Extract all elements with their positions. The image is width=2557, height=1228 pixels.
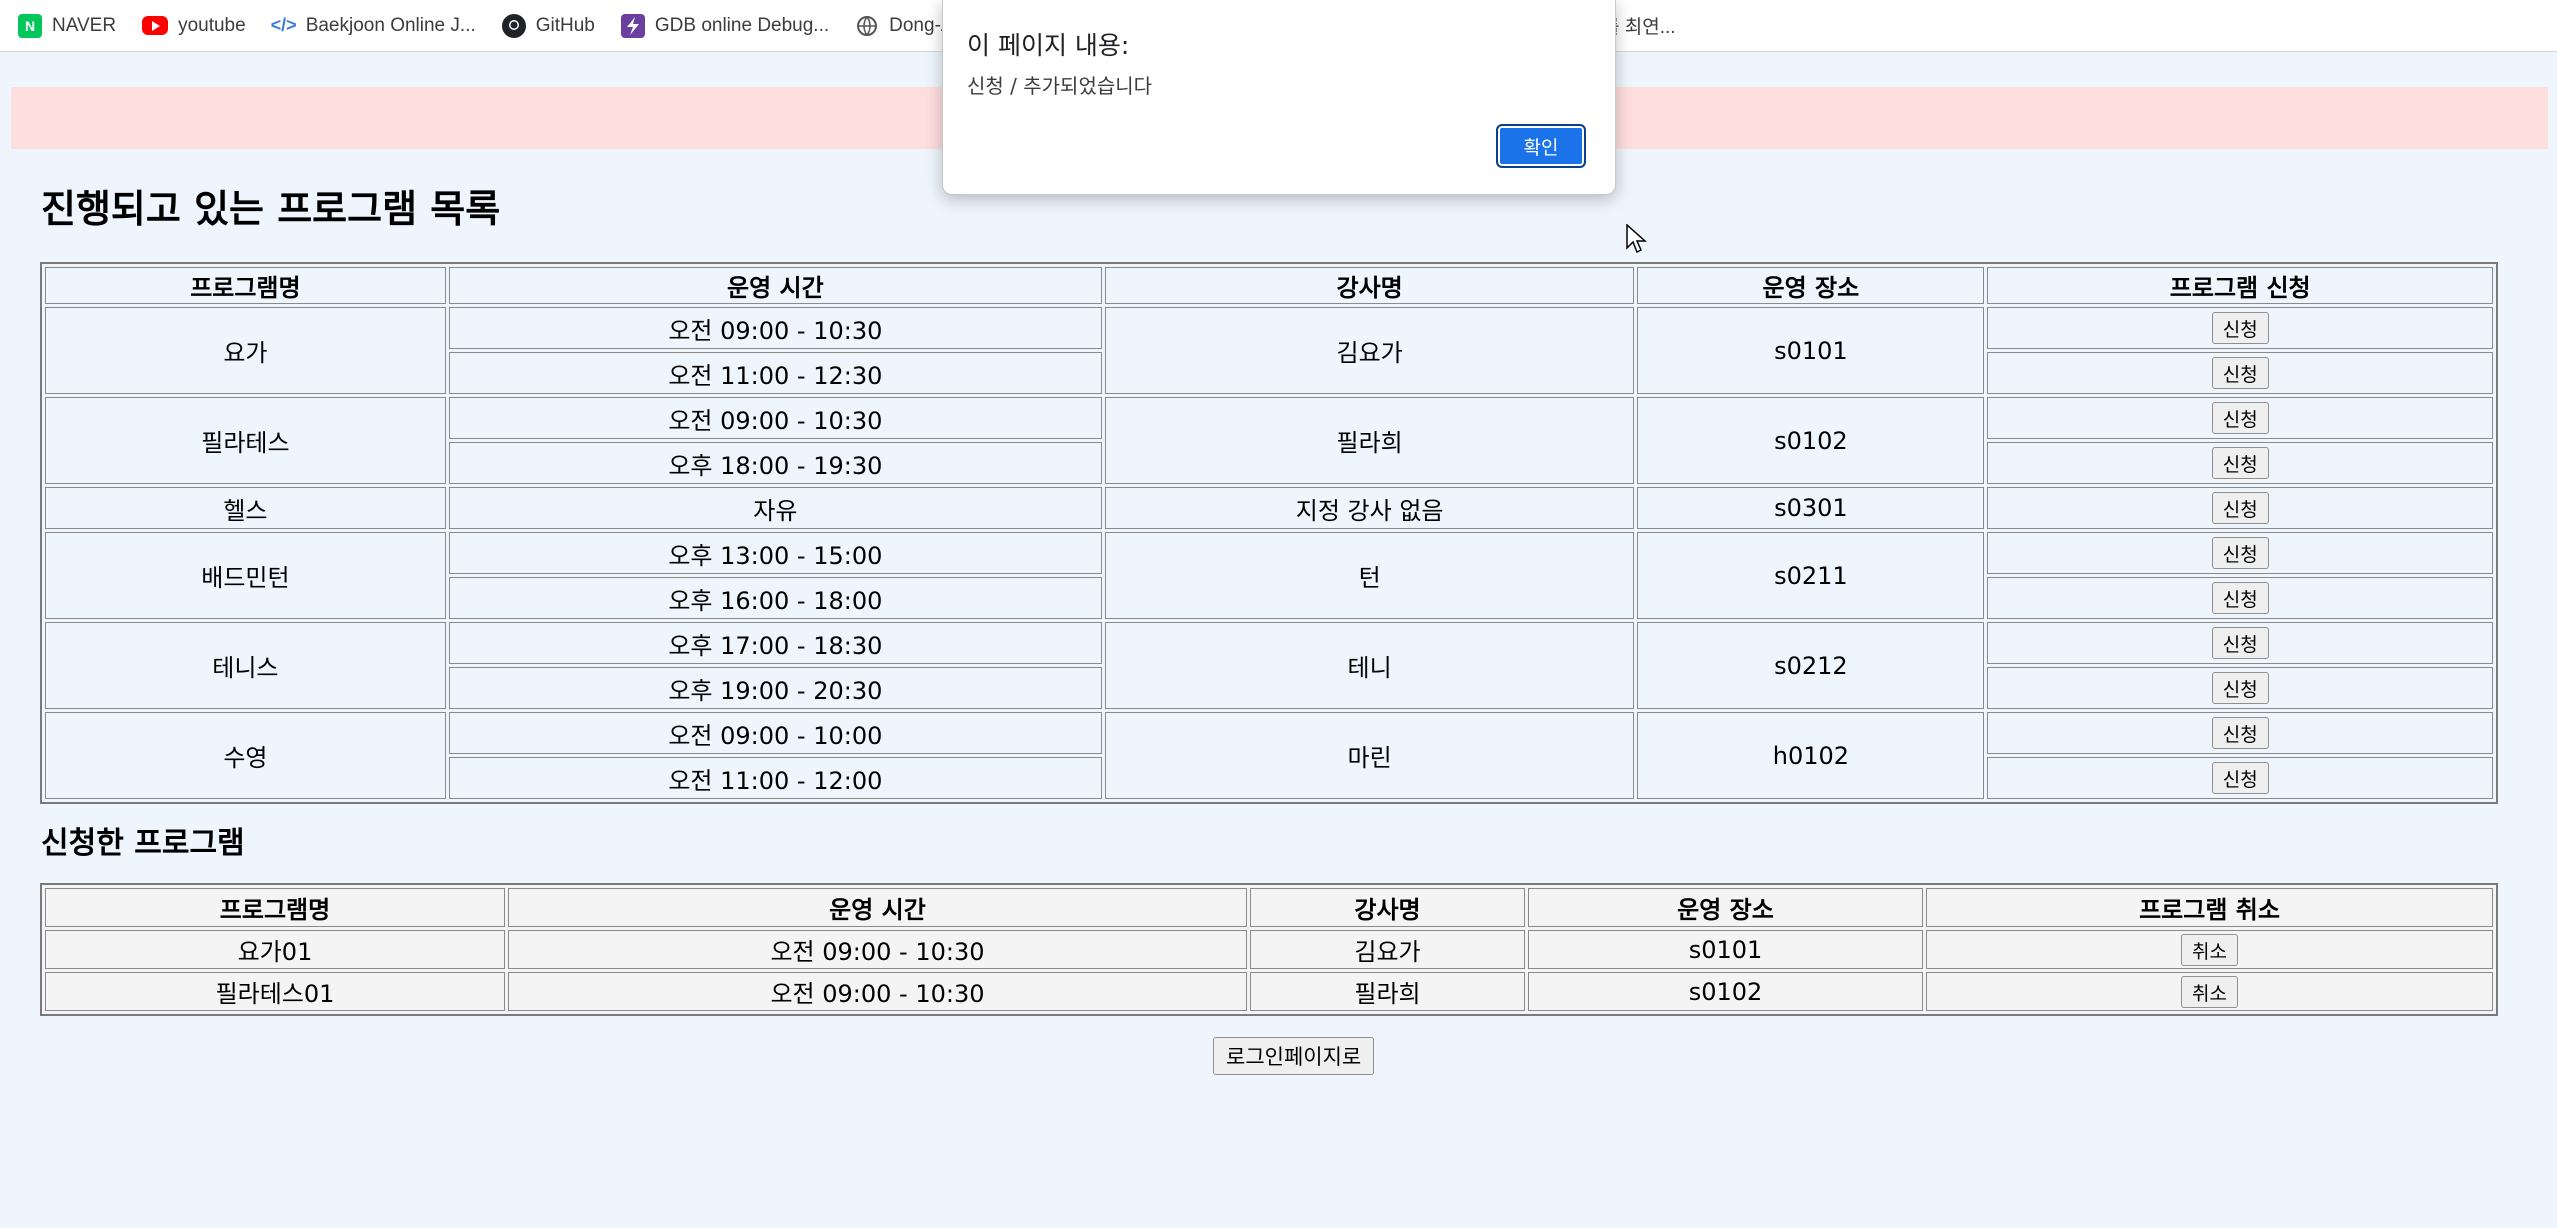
header-place: 운영 장소 (1637, 267, 1985, 304)
applied-place: s0101 (1528, 930, 1923, 969)
lightning-icon (620, 13, 645, 38)
header-instructor: 강사명 (1104, 267, 1635, 304)
program-time: 오후 16:00 - 18:00 (448, 577, 1102, 619)
bookmark-label: GitHub (535, 14, 595, 36)
apply-button[interactable]: 신청 (2211, 492, 2269, 524)
program-instructor: 필라희 (1104, 397, 1635, 484)
bookmark-baekjoon[interactable]: </> Baekjoon Online J... (270, 14, 476, 38)
apply-button[interactable]: 신청 (2211, 447, 2269, 479)
bookmark-naver[interactable]: N NAVER (18, 13, 117, 38)
program-time: 오후 18:00 - 19:30 (448, 442, 1102, 484)
program-time: 오후 13:00 - 15:00 (448, 532, 1102, 574)
header-time: 운영 시간 (508, 888, 1247, 927)
program-time: 오후 17:00 - 18:30 (448, 622, 1102, 664)
program-name: 배드민턴 (45, 532, 446, 619)
applied-instructor: 필라희 (1250, 972, 1525, 1011)
header-place: 운영 장소 (1528, 888, 1923, 927)
program-time: 오전 09:00 - 10:30 (448, 397, 1102, 439)
applied-time: 오전 09:00 - 10:30 (508, 930, 1247, 969)
header-apply: 프로그램 신청 (1987, 267, 2493, 304)
program-time: 오전 11:00 - 12:30 (448, 352, 1102, 394)
table-row: 테니스 오후 17:00 - 18:30 테니 s0212 신청 (45, 622, 2493, 709)
bookmark-label: GDB online Debug... (654, 14, 830, 36)
program-name: 요가 (45, 307, 446, 394)
globe-icon (855, 14, 879, 38)
bookmark-youtube[interactable]: youtube (142, 15, 246, 37)
bookmark-donga[interactable]: Dong-A (855, 14, 954, 38)
page-title: 진행되고 있는 프로그램 목록 (41, 187, 501, 231)
mouse-cursor-icon (1626, 224, 1647, 254)
dialog-message: 신청 / 추가되었습니다 (967, 74, 1153, 98)
apply-button[interactable]: 신청 (2211, 312, 2269, 344)
apply-button[interactable]: 신청 (2211, 357, 2269, 389)
applied-table: 프로그램명 운영 시간 강사명 운영 장소 프로그램 취소 요가01 오전 09… (40, 883, 2498, 1016)
table-row: 헬스 자유 지정 강사 없음 s0301 신청 (45, 487, 2493, 529)
cancel-button[interactable]: 취소 (2181, 975, 2238, 1008)
apply-button[interactable]: 신청 (2211, 627, 2269, 659)
program-instructor: 김요가 (1104, 307, 1635, 394)
apply-button[interactable]: 신청 (2211, 717, 2269, 749)
program-place: h0102 (1637, 712, 1985, 799)
bookmark-gdb[interactable]: GDB online Debug... (620, 13, 830, 38)
header-cancel: 프로그램 취소 (1926, 888, 2493, 927)
applied-name: 필라테스01 (45, 972, 505, 1011)
program-place: s0101 (1637, 307, 1985, 394)
program-name: 테니스 (45, 622, 446, 709)
apply-button[interactable]: 신청 (2211, 537, 2269, 569)
table-row: 수영 오전 09:00 - 10:00 마린 h0102 신청 (45, 712, 2493, 799)
table-row: 요가01 오전 09:00 - 10:30 김요가 s0101 취소 (45, 930, 2493, 969)
header-program-name: 프로그램명 (45, 267, 446, 304)
applied-time: 오전 09:00 - 10:30 (508, 972, 1247, 1011)
program-table: 프로그램명 운영 시간 강사명 운영 장소 프로그램 신청 요가 오전 09:0… (40, 262, 2498, 804)
table-row: 배드민턴 오후 13:00 - 15:00 턴 s0211 신청 (45, 532, 2493, 619)
program-name: 필라테스 (45, 397, 446, 484)
program-instructor: 턴 (1104, 532, 1635, 619)
applied-name: 요가01 (45, 930, 505, 969)
program-name: 수영 (45, 712, 446, 799)
table-row: 필라테스01 오전 09:00 - 10:30 필라희 s0102 취소 (45, 972, 2493, 1011)
naver-icon: N (18, 13, 42, 38)
program-time: 오전 09:00 - 10:30 (448, 307, 1102, 349)
header-program-name: 프로그램명 (45, 888, 505, 927)
header-instructor: 강사명 (1250, 888, 1525, 927)
apply-button[interactable]: 신청 (2211, 582, 2269, 614)
apply-button[interactable]: 신청 (2211, 672, 2269, 704)
bookmark-label: NAVER (52, 14, 117, 36)
program-instructor: 테니 (1104, 622, 1635, 709)
apply-button[interactable]: 신청 (2211, 402, 2269, 434)
table-row: 요가 오전 09:00 - 10:30 김요가 s0101 신청 (45, 307, 2493, 394)
header-time: 운영 시간 (448, 267, 1102, 304)
program-name: 헬스 (45, 487, 446, 529)
program-place: s0301 (1637, 487, 1985, 529)
program-place: s0212 (1637, 622, 1985, 709)
apply-button[interactable]: 신청 (2211, 762, 2269, 794)
bookmark-label: youtube (178, 14, 246, 36)
program-time: 오전 11:00 - 12:00 (448, 757, 1102, 799)
applied-instructor: 김요가 (1250, 930, 1525, 969)
dialog-title: 이 페이지 내용: (967, 31, 1130, 60)
applied-section-title: 신청한 프로그램 (41, 826, 245, 861)
applied-place: s0102 (1528, 972, 1923, 1011)
program-time: 자유 (448, 487, 1102, 529)
login-page-button[interactable]: 로그인페이지로 (1213, 1037, 1375, 1075)
youtube-icon (142, 16, 169, 35)
confirm-button[interactable]: 확인 (1496, 124, 1586, 168)
github-icon (501, 13, 526, 38)
program-instructor: 지정 강사 없음 (1104, 487, 1635, 529)
bookmark-github[interactable]: GitHub (501, 13, 595, 38)
program-instructor: 마린 (1104, 712, 1635, 799)
alert-dialog: 이 페이지 내용: 신청 / 추가되었습니다 확인 (942, 0, 1616, 195)
code-icon: </> (270, 15, 297, 35)
program-place: s0102 (1637, 397, 1985, 484)
table-row: 필라테스 오전 09:00 - 10:30 필라희 s0102 신청 (45, 397, 2493, 484)
bookmark-label: Baekjoon Online J... (305, 14, 476, 36)
cancel-button[interactable]: 취소 (2181, 933, 2238, 966)
program-place: s0211 (1637, 532, 1985, 619)
program-time: 오전 09:00 - 10:00 (448, 712, 1102, 754)
program-time: 오후 19:00 - 20:30 (448, 667, 1102, 709)
